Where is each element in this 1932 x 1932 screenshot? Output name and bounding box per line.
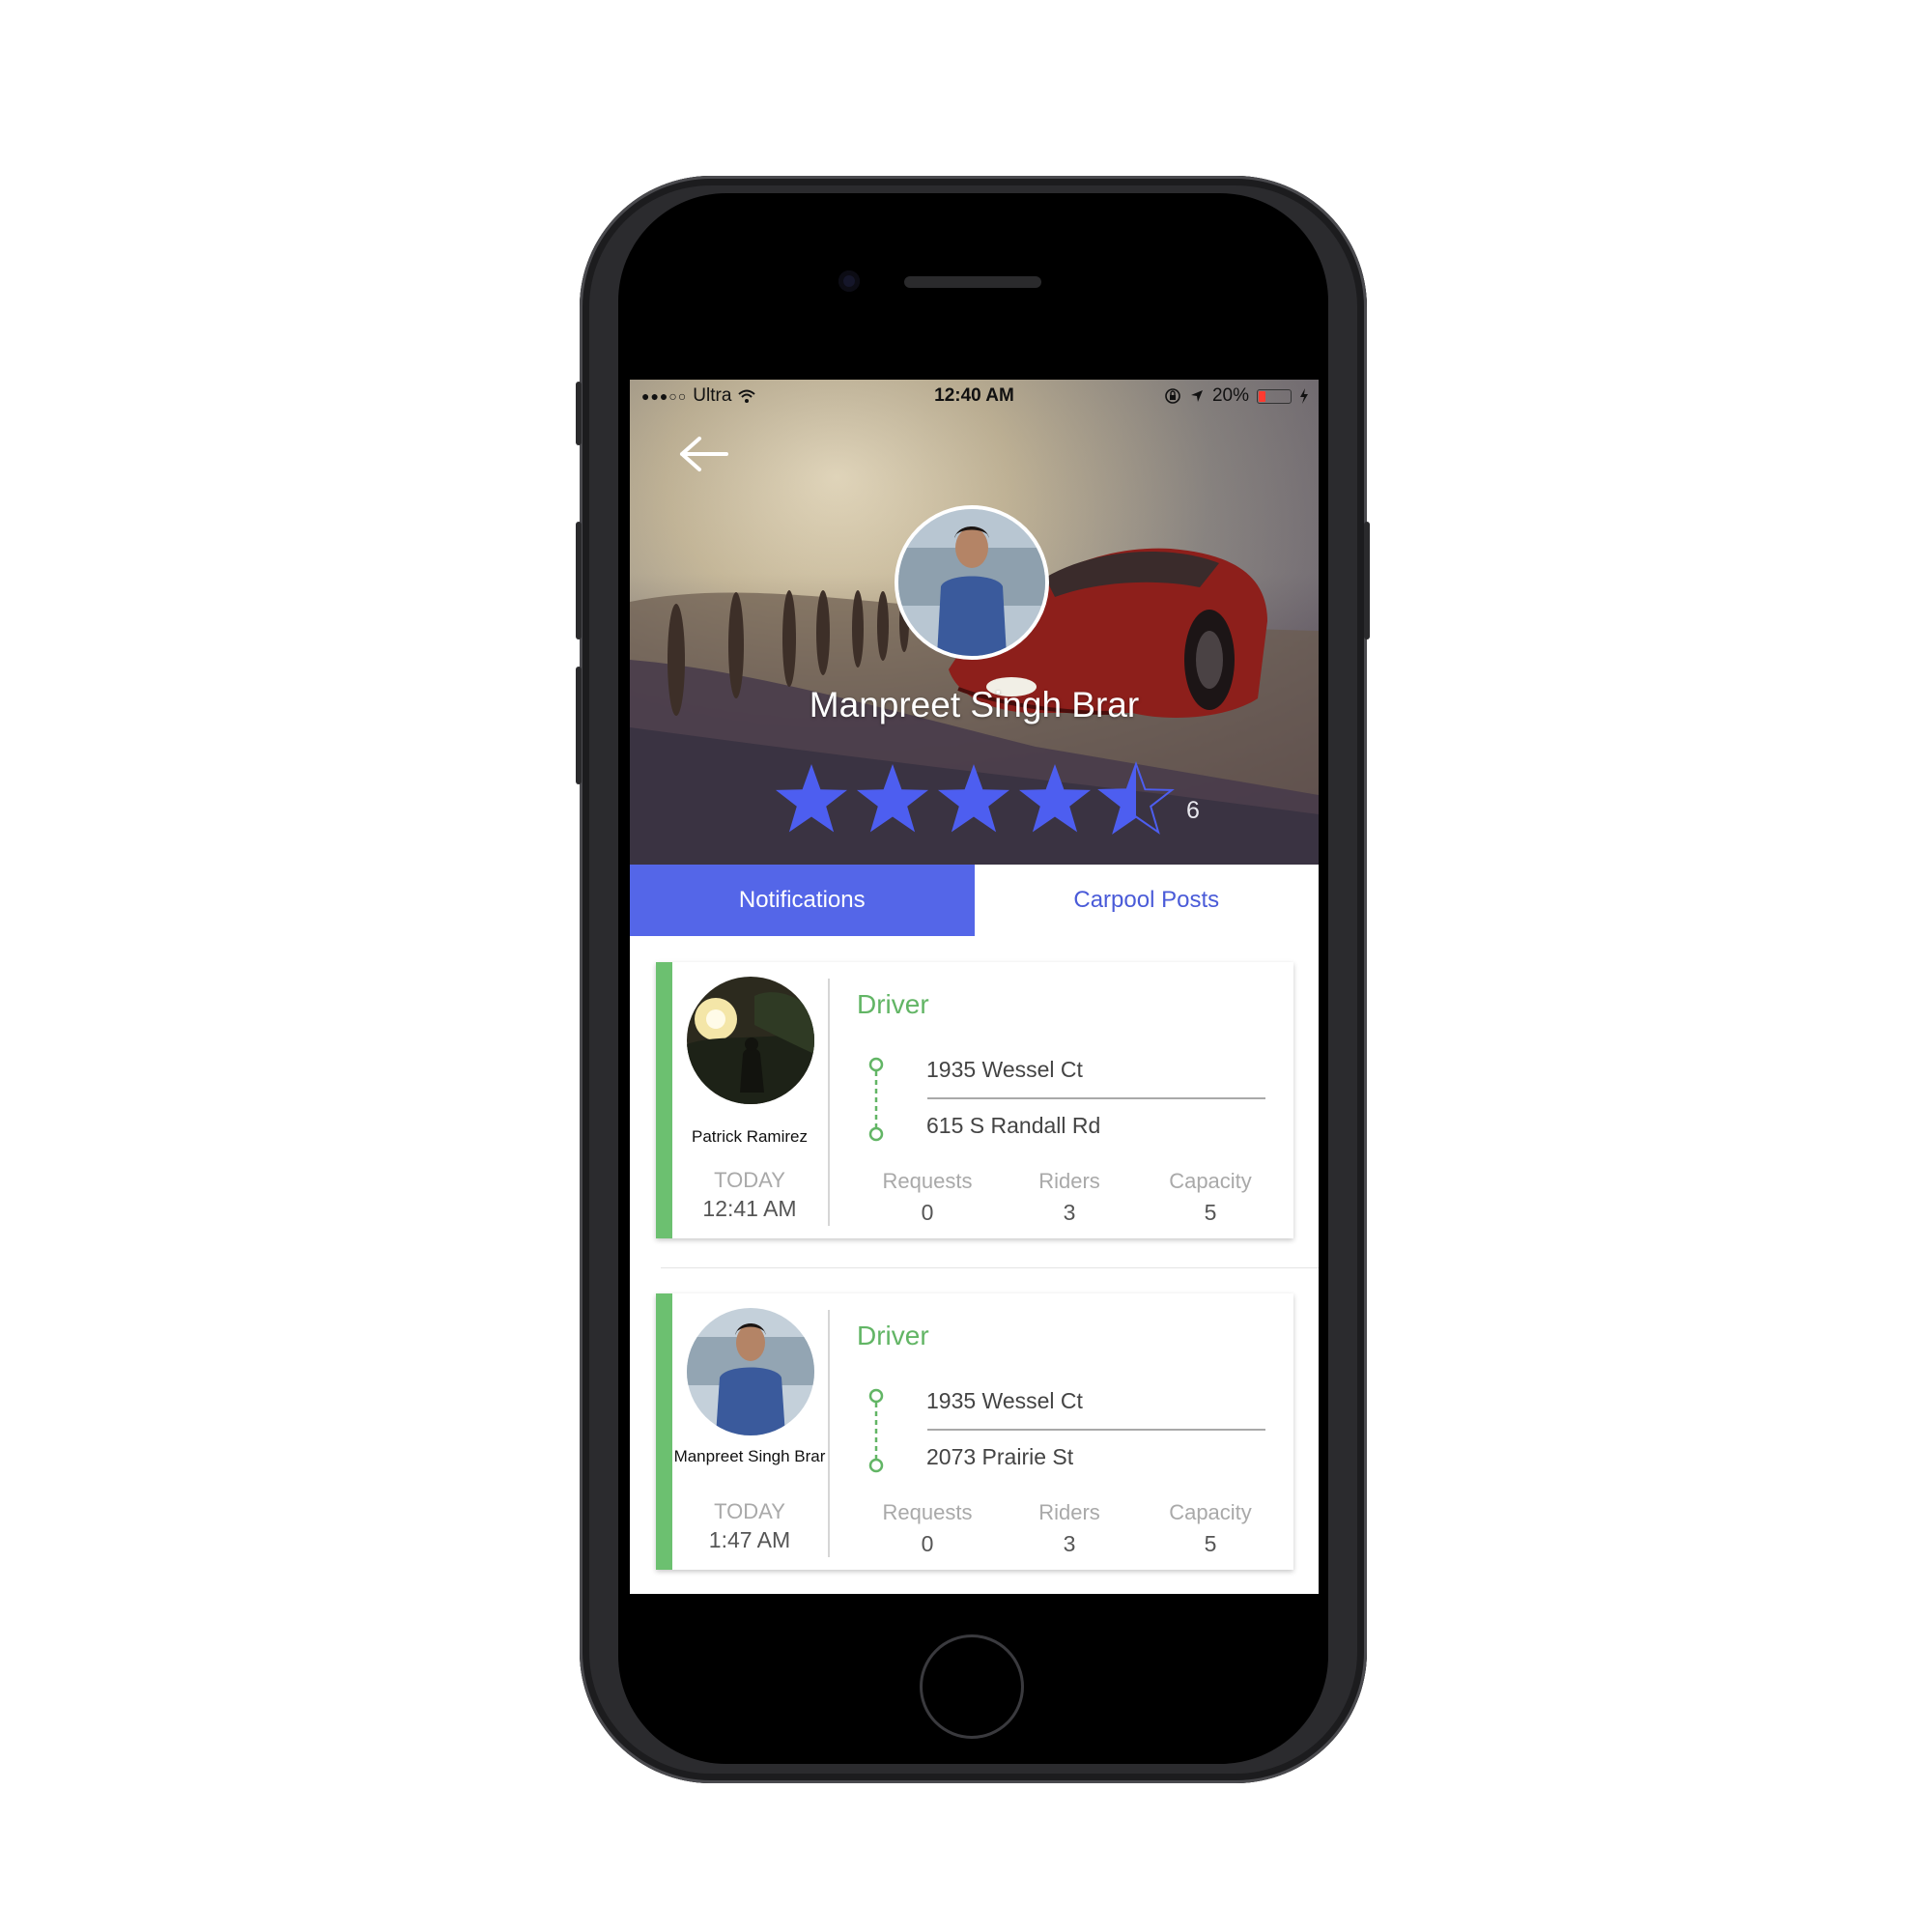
post-day: TODAY	[714, 1499, 785, 1523]
status-bar: ●●●○○ Ultra 12:40 AM 20%	[630, 380, 1319, 414]
back-arrow-icon	[680, 437, 728, 471]
address-divider	[927, 1429, 1265, 1431]
poster-name: Manpreet Singh Brar	[673, 1447, 826, 1465]
poster-photo	[687, 1308, 814, 1435]
stat-label: Riders	[1038, 1500, 1100, 1524]
power-button	[1364, 522, 1370, 639]
tab-bar: Notifications Carpool Posts	[630, 865, 1319, 936]
stat-riders: Riders 3	[997, 1500, 1142, 1557]
battery-percentage: 20%	[1211, 385, 1249, 406]
destination-address: 615 S Randall Rd	[926, 1113, 1101, 1138]
stat-value: 5	[1204, 1531, 1217, 1556]
stat-value: 0	[921, 1200, 934, 1225]
post-day: TODAY	[714, 1168, 785, 1192]
stat-requests: Requests 0	[855, 1169, 1000, 1226]
mute-switch	[576, 382, 582, 445]
stat-label: Riders	[1038, 1169, 1100, 1193]
tab-carpool-posts[interactable]: Carpool Posts	[974, 865, 1319, 936]
battery-icon	[1257, 388, 1292, 404]
card-accent-bar	[656, 962, 672, 1238]
front-camera	[838, 270, 860, 292]
stat-value: 3	[1063, 1531, 1076, 1556]
stat-label: Capacity	[1169, 1169, 1252, 1193]
route-icon	[868, 1057, 884, 1142]
post-role: Driver	[857, 1321, 929, 1350]
earpiece-speaker	[904, 276, 1041, 288]
post-role: Driver	[857, 989, 929, 1019]
location-arrow-icon	[1190, 390, 1203, 402]
stat-value: 3	[1063, 1200, 1076, 1225]
poster-photo	[687, 977, 814, 1104]
post-time: 1:47 AM	[708, 1527, 791, 1552]
destination-address: 2073 Prairie St	[926, 1444, 1074, 1469]
stat-requests: Requests 0	[855, 1500, 1000, 1557]
origin-address: 1935 Wessel Ct	[926, 1388, 1083, 1413]
star-full-icon	[857, 764, 928, 833]
post-time: 12:41 AM	[702, 1196, 797, 1221]
profile-header: ●●●○○ Ultra 12:40 AM 20% Manpreet Singh …	[630, 380, 1319, 865]
volume-up-button	[576, 522, 582, 639]
stat-label: Capacity	[1169, 1500, 1252, 1524]
origin-address: 1935 Wessel Ct	[926, 1057, 1083, 1082]
back-button[interactable]	[678, 434, 732, 474]
poster-avatar	[687, 977, 814, 1104]
stat-capacity: Capacity 5	[1138, 1169, 1283, 1226]
route-icon	[868, 1388, 884, 1473]
stat-capacity: Capacity 5	[1138, 1500, 1283, 1557]
rating-count: 6	[1186, 796, 1200, 824]
list-separator	[661, 1267, 1319, 1268]
star-full-icon	[1019, 764, 1091, 833]
card-divider	[828, 979, 830, 1226]
stat-label: Requests	[882, 1169, 973, 1193]
volume-down-button	[576, 667, 582, 784]
stat-value: 0	[921, 1531, 934, 1556]
poster-name: Patrick Ramirez	[692, 1127, 808, 1146]
star-half-icon	[1097, 761, 1175, 835]
profile-name: Manpreet Singh Brar	[809, 685, 1140, 724]
stat-label: Requests	[882, 1500, 973, 1524]
card-accent-bar	[656, 1293, 672, 1570]
profile-avatar	[895, 505, 1049, 660]
stat-riders: Riders 3	[997, 1169, 1142, 1226]
orientation-lock-icon	[1165, 388, 1180, 404]
address-divider	[927, 1097, 1265, 1099]
post-card[interactable]: Manpreet Singh Brar TODAY 1:47 AM Driver…	[656, 1293, 1293, 1570]
card-divider	[828, 1310, 830, 1557]
stat-value: 5	[1204, 1200, 1217, 1225]
star-full-icon	[938, 764, 1009, 833]
tab-notifications[interactable]: Notifications	[630, 865, 975, 936]
app-screen: ●●●○○ Ultra 12:40 AM 20% Manpreet Singh …	[630, 380, 1319, 1594]
star-full-icon	[776, 764, 847, 833]
poster-avatar	[687, 1308, 814, 1435]
profile-photo	[898, 509, 1045, 656]
charging-bolt-icon	[1300, 388, 1308, 404]
home-button[interactable]	[920, 1634, 1024, 1739]
post-card[interactable]: Patrick Ramirez TODAY 12:41 AM Driver 19…	[656, 962, 1293, 1238]
rating-stars: 6	[773, 760, 1200, 838]
